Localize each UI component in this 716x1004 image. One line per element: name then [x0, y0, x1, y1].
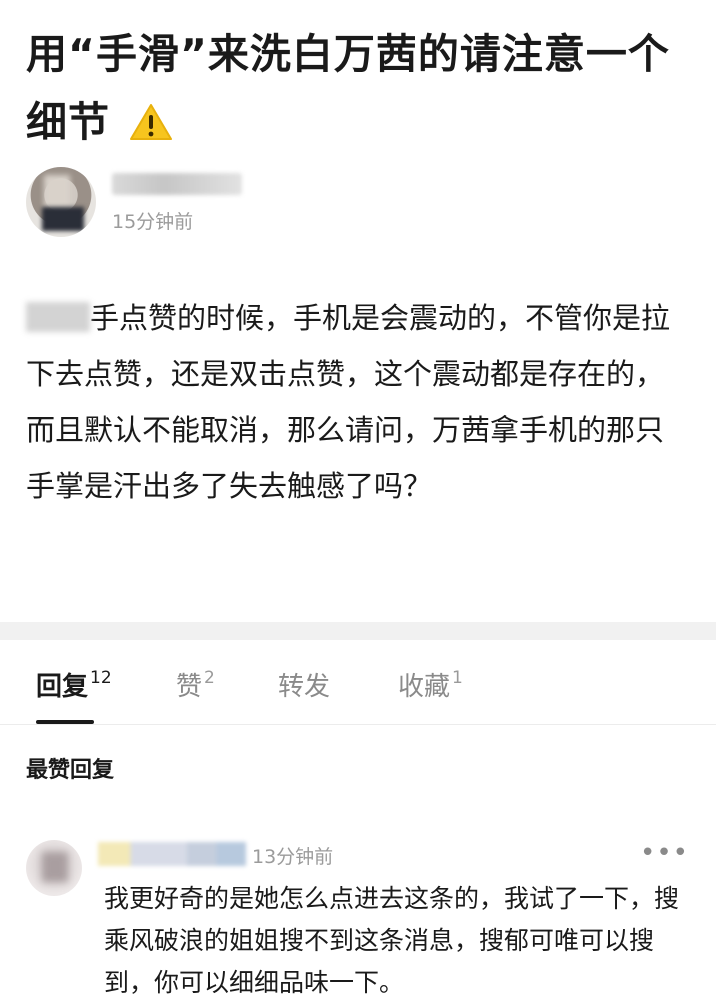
post-title-text: 用“手滑”来洗白万茜的请注意一个细节 [26, 30, 670, 146]
tab-label: 转发 [278, 672, 331, 702]
post-body: 手点赞的时候，手机是会震动的，不管你是拉下去点赞，还是双击点赞，这个震动都是存在… [26, 290, 676, 514]
post-tabs: 回复 12 赞2 转发 收藏 1 [0, 640, 716, 725]
tab-label: 赞 [176, 672, 203, 702]
tab-replies[interactable]: 回复 12 [36, 666, 112, 703]
tab-favorites[interactable]: 收藏 1 [398, 666, 463, 703]
commenter-name-blurred[interactable] [98, 842, 246, 866]
more-options-icon[interactable]: ••• [640, 838, 689, 868]
warning-icon [129, 94, 173, 162]
active-tab-indicator [36, 720, 94, 724]
post-body-text: 手点赞的时候，手机是会震动的，不管你是拉下去点赞，还是双击点赞，这个震动都是存在… [26, 301, 671, 503]
post-title: 用“手滑”来洗白万茜的请注意一个细节 [26, 20, 696, 162]
comment-text: 我更好奇的是她怎么点进去这条的，我试了一下，搜乘风破浪的姐姐搜不到这条消息，搜郁… [104, 884, 680, 997]
tab-count: 12 [90, 668, 112, 688]
tab-label: 回复 [36, 672, 89, 702]
commenter-avatar[interactable] [26, 840, 82, 896]
tab-likes[interactable]: 赞2 [176, 666, 215, 703]
section-title: 最赞回复 [26, 758, 115, 783]
tab-count: 1 [452, 668, 463, 688]
tab-label: 收藏 [398, 672, 451, 702]
comment-time: 13分钟前 [252, 846, 334, 868]
author-name-blurred[interactable] [112, 173, 242, 195]
tab-count: 2 [204, 668, 215, 688]
blurred-text [26, 302, 90, 332]
tab-reposts[interactable]: 转发 [278, 666, 330, 703]
section-divider [0, 622, 716, 640]
post-time: 15分钟前 [112, 211, 194, 233]
author-avatar[interactable] [26, 167, 96, 237]
post-author: 15分钟前 [26, 165, 686, 245]
comment-item[interactable]: 13分钟前 ••• 我更好奇的是她怎么点进去这条的，我试了一下，搜乘风破浪的姐姐… [0, 830, 716, 1000]
